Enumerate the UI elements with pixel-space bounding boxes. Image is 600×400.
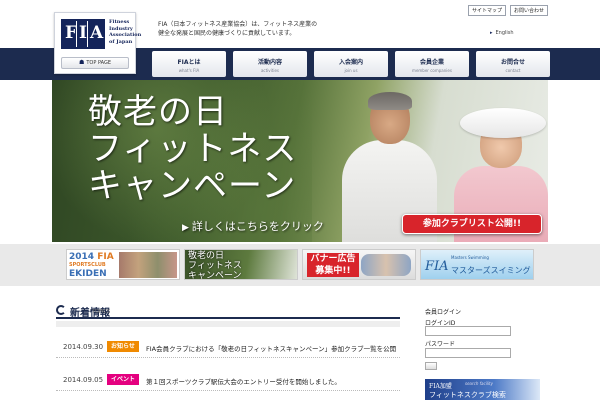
ekiden-year-number: 2014 xyxy=(69,252,95,262)
topic-date: 2014.09.30 xyxy=(63,343,104,351)
keiro-campaign-banner[interactable]: 敬老の日 フィットネス キャンペーン xyxy=(184,249,298,280)
ad-recruit-banner[interactable]: バナー広告 募集中!! xyxy=(302,249,416,280)
club-search-line1: FIA加盟 xyxy=(429,383,452,390)
ad-line: バナー広告 xyxy=(310,254,356,264)
topic-date: 2014.09.05 xyxy=(63,376,104,384)
hero-title-line: キャンペーン xyxy=(88,166,297,206)
topic-link[interactable]: FIA会員クラブにおける「敬老の日フィットネスキャンペーン」参加クラブ一覧を公開 xyxy=(146,343,396,353)
ekiden-banner[interactable]: 2014 FIA SPORTSCLUB EKIDEN xyxy=(66,249,180,280)
login-id-input[interactable] xyxy=(425,326,511,336)
hero-cta[interactable]: ▶ 詳しくはこちらをクリック xyxy=(182,218,324,234)
nav-sublabel: what's FIA xyxy=(178,68,200,73)
topic-tag: イベント xyxy=(107,374,139,385)
nav-item-join[interactable]: 入会案内 join us xyxy=(314,51,388,77)
topics-header: 新着情報 TOPICS xyxy=(56,303,400,319)
logo-org-line: of Japan xyxy=(109,38,133,45)
english-link-label: English xyxy=(495,30,514,36)
english-link[interactable]: ▸ English xyxy=(490,30,514,36)
hero-title-line: フィットネス xyxy=(88,129,298,169)
nav-label: お問合せ xyxy=(500,59,525,66)
login-title: 会員ログイン xyxy=(425,309,462,316)
ekiden-name: EKIDEN xyxy=(69,269,107,279)
hero-banner[interactable]: 敬老の日 フィットネス キャンペーン ▶ 詳しくはこちらをクリック 参加クラブリス… xyxy=(52,80,548,242)
logo-mark: F I A xyxy=(61,19,105,49)
topics-divider xyxy=(56,321,400,327)
top-page-button[interactable]: ☗ TOP PAGE xyxy=(61,57,129,69)
keiro-line: キャンペーン xyxy=(188,271,242,280)
ekiden-photo xyxy=(119,252,177,278)
sitemap-link[interactable]: サイトマップ xyxy=(467,5,506,16)
keiro-line: フィットネス xyxy=(188,261,242,271)
topic-link[interactable]: 第１回スポーツクラブ駅伝大会のエントリー受付を開始しました。 xyxy=(146,376,341,386)
handshake-photo xyxy=(361,254,411,276)
ad-banner-title: バナー広告 募集中!! xyxy=(307,253,359,277)
utility-links: サイトマップ お問い合わせ xyxy=(467,5,548,16)
masters-name: マスターズスイミング xyxy=(451,266,531,275)
inquiry-link[interactable]: お問い合わせ xyxy=(509,5,548,16)
nav-sublabel: join us xyxy=(344,68,358,73)
topic-tag: お知らせ xyxy=(107,341,139,352)
home-icon: ☗ xyxy=(78,59,85,66)
photo-shape xyxy=(368,92,412,110)
logo-org-line: Association xyxy=(109,32,142,38)
nav-sublabel: contact xyxy=(505,68,521,73)
ekiden-club: SPORTSCLUB xyxy=(69,262,106,268)
login-button[interactable] xyxy=(425,362,437,370)
nav-label: 入会案内 xyxy=(338,59,363,66)
triangle-right-icon: ▶ xyxy=(182,223,189,233)
password-input[interactable] xyxy=(425,348,511,358)
nav-label: 活動内容 xyxy=(257,59,282,66)
topics-subtitle: TOPICS xyxy=(92,309,111,315)
topic-row[interactable]: 2014.09.30 お知らせ FIA会員クラブにおける「敬老の日フィットネスキ… xyxy=(56,336,400,358)
hero-title-line: 敬老の日 xyxy=(88,92,228,132)
club-search-line3: フィットネスクラブ検索 xyxy=(429,391,506,399)
main-nav: FIAとは what's FIA 活動内容 activities 入会案内 jo… xyxy=(152,51,550,77)
tagline-line: FIA（日本フィットネス産業協会）は、フィットネス産業の xyxy=(158,21,318,28)
keiro-line: 敬老の日 xyxy=(188,251,225,261)
nav-sublabel: activities xyxy=(260,68,280,73)
nav-item-activities[interactable]: 活動内容 activities xyxy=(233,51,307,77)
logo-letter-a: A xyxy=(90,23,104,43)
hero-title: 敬老の日 フィットネス キャンペーン xyxy=(88,94,297,205)
arrow-right-icon: ▸ xyxy=(490,30,493,36)
masters-fia: FIA xyxy=(425,259,449,274)
club-search-line2: search facility xyxy=(465,381,493,386)
top-page-label: TOP PAGE xyxy=(86,60,112,66)
logo-letter-i: I xyxy=(79,23,87,43)
nav-sublabel: member companies xyxy=(412,68,452,73)
header-tagline: FIA（日本フィットネス産業協会）は、フィットネス産業の 健全な発展と国民の健康… xyxy=(158,20,458,38)
password-label: パスワード xyxy=(425,341,456,348)
logo[interactable]: F I A Fitness Industry Association of Ja… xyxy=(54,12,142,74)
club-list-badge[interactable]: 参加クラブリスト公開!! xyxy=(402,214,542,234)
photo-shape xyxy=(460,108,546,138)
ad-line: 募集中!! xyxy=(315,266,351,276)
logo-org-name: Fitness Industry Association of Japan xyxy=(109,19,142,45)
nav-label: FIAとは xyxy=(177,59,201,66)
nav-item-about[interactable]: FIAとは what's FIA xyxy=(152,51,226,77)
club-search-banner[interactable]: FIA加盟 search facility フィットネスクラブ検索 xyxy=(425,379,540,400)
refresh-icon xyxy=(56,305,66,315)
nav-label: 会員企業 xyxy=(419,59,444,66)
nav-item-members[interactable]: 会員企業 member companies xyxy=(395,51,469,77)
ekiden-org: FIA xyxy=(97,252,114,262)
masters-sub: Masters Swimming xyxy=(451,255,489,260)
logo-divider xyxy=(76,21,77,47)
tagline-line: 健全な発展と国民の健康づくりに貢献しています。 xyxy=(158,30,296,37)
keiro-banner-title: 敬老の日 フィットネス キャンペーン xyxy=(188,251,242,280)
logo-divider xyxy=(87,21,88,47)
nav-item-contact[interactable]: お問合せ contact xyxy=(476,51,550,77)
topic-row[interactable]: 2014.09.05 イベント 第１回スポーツクラブ駅伝大会のエントリー受付を開… xyxy=(56,369,400,391)
hero-cta-label: 詳しくはこちらをクリック xyxy=(191,220,324,233)
ekiden-year: 2014 FIA xyxy=(69,252,114,262)
masters-swimming-banner[interactable]: FIA Masters Swimming マスターズスイミング xyxy=(420,249,534,280)
